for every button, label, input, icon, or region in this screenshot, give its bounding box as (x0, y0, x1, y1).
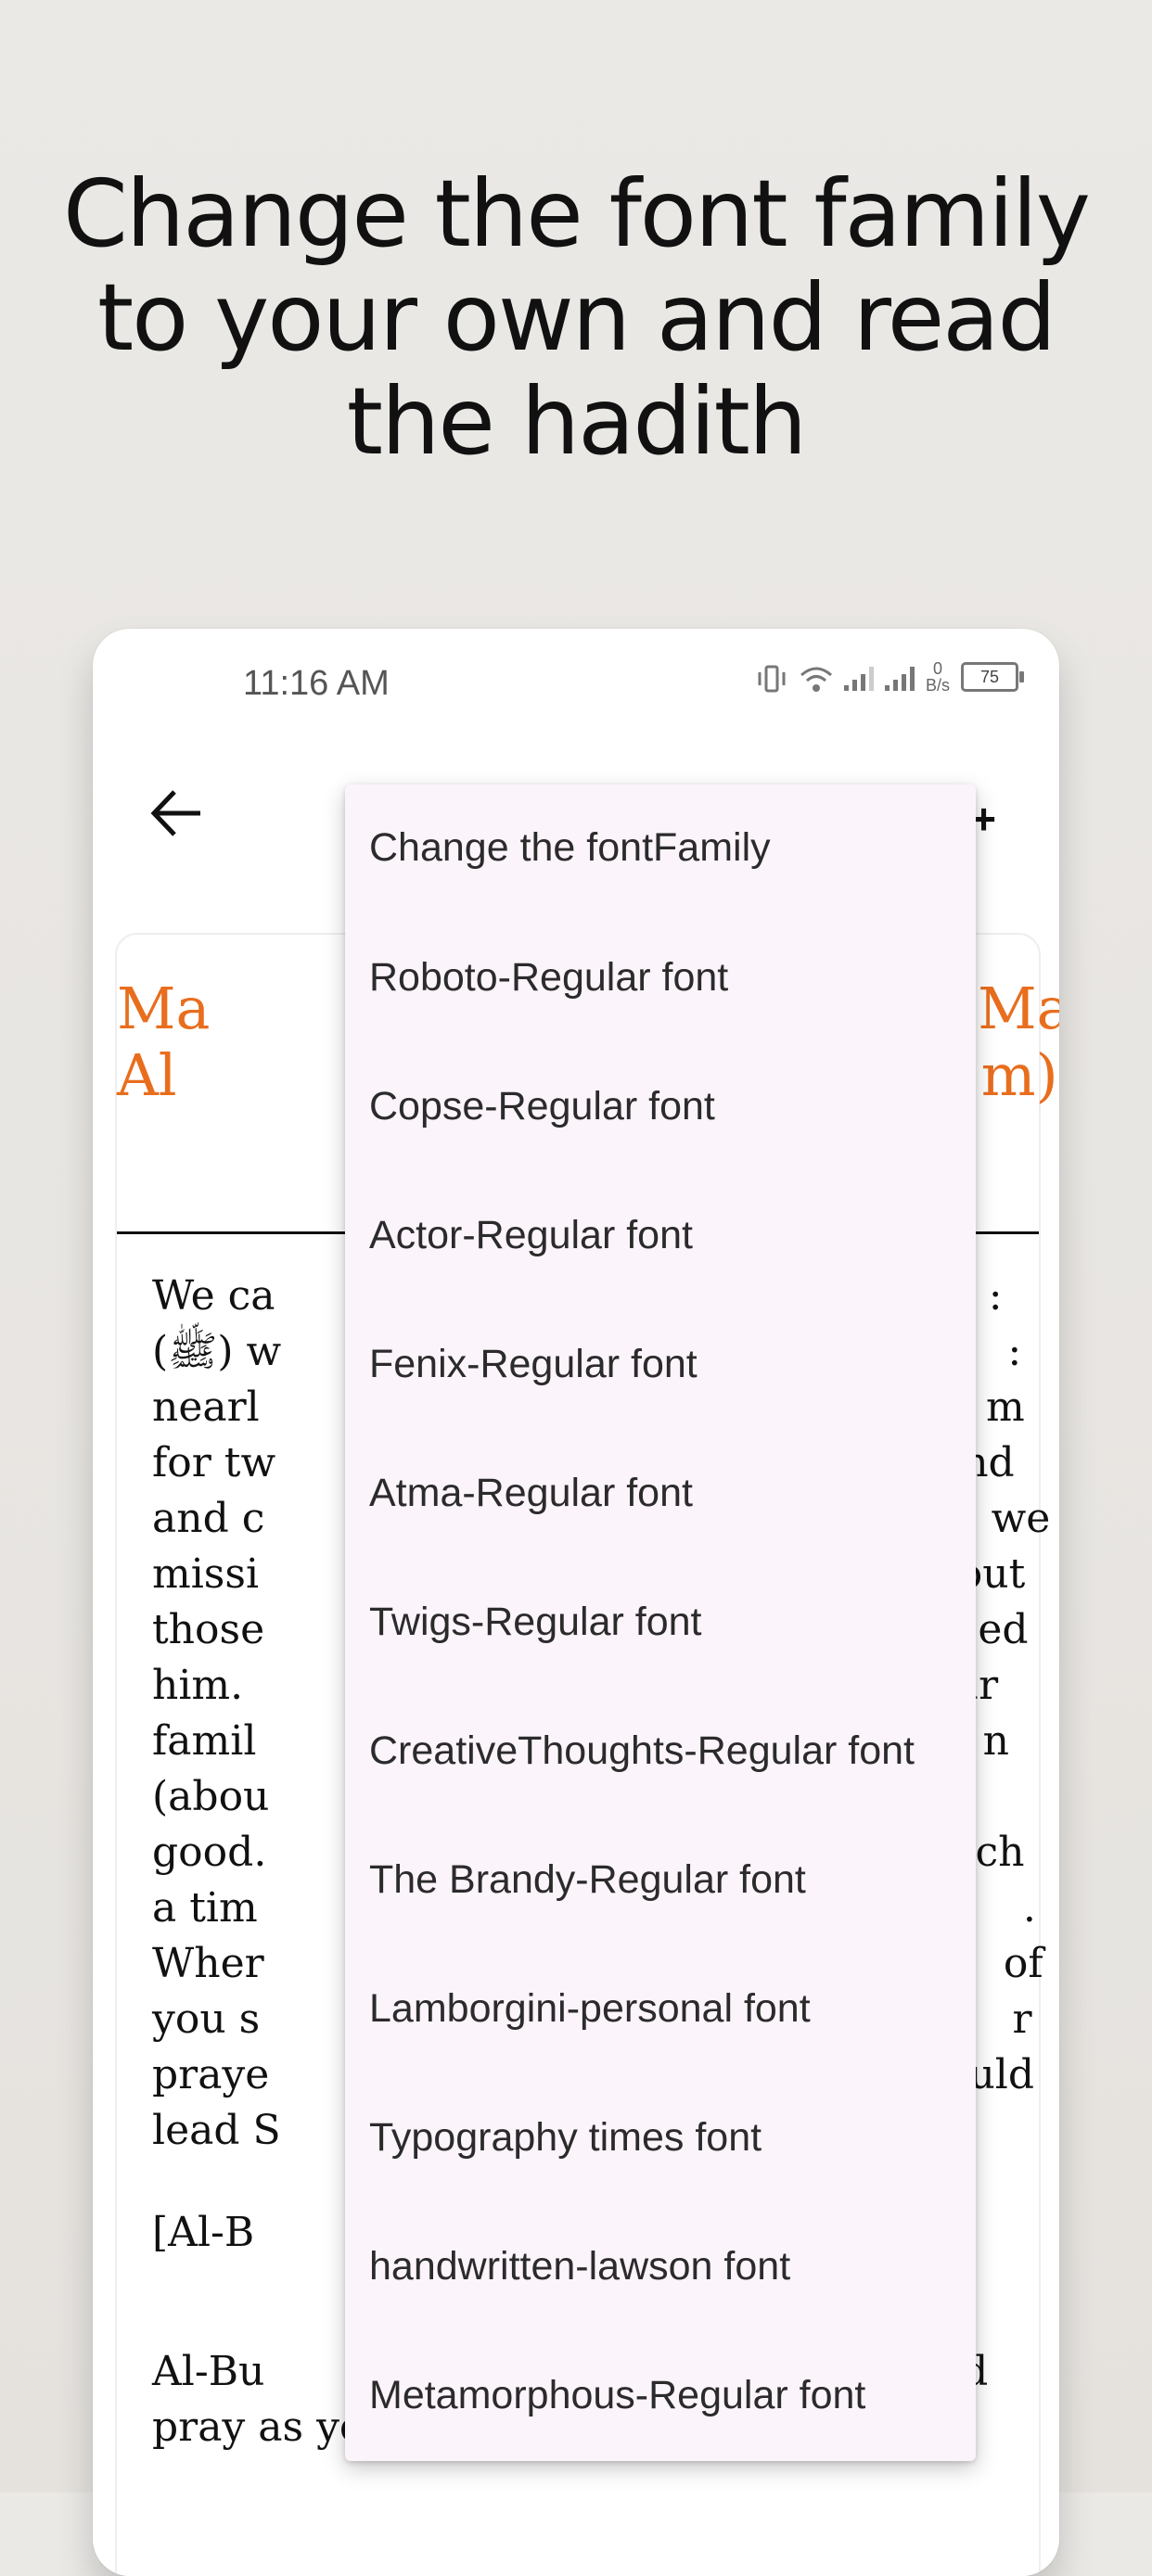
font-family-dropdown: Change the fontFamily Roboto-Regular fon… (345, 784, 976, 2461)
promo-headline: Change the font family to your own and r… (63, 159, 1091, 476)
speed-value: 0 (932, 659, 942, 678)
battery-icon: 75 (961, 662, 1024, 692)
font-option-the-brandy[interactable]: The Brandy-Regular font (345, 1816, 976, 1945)
battery-level: 75 (979, 667, 1000, 686)
font-option-metamorphous[interactable]: Metamorphous-Regular font (345, 2331, 976, 2460)
phone-screen: 11:16 AM 0 B/s 75 Ma Ma Al m) We ca: (ﷺ… (93, 629, 1059, 2576)
back-arrow-icon[interactable] (145, 781, 210, 846)
font-option-copse[interactable]: Copse-Regular font (345, 1042, 976, 1171)
font-option-actor[interactable]: Actor-Regular font (345, 1171, 976, 1300)
signal-icon-2 (884, 663, 915, 691)
dropdown-header[interactable]: Change the fontFamily (345, 784, 976, 913)
font-option-lamborgini[interactable]: Lamborgini-personal font (345, 1945, 976, 2073)
font-option-handwritten-lawson[interactable]: handwritten-lawson font (345, 2202, 976, 2331)
font-option-creativethoughts[interactable]: CreativeThoughts-Regular font (345, 1687, 976, 1816)
network-speed: 0 B/s (926, 660, 950, 694)
font-option-roboto[interactable]: Roboto-Regular font (345, 913, 976, 1042)
font-option-atma[interactable]: Atma-Regular font (345, 1429, 976, 1558)
status-bar: 11:16 AM 0 B/s 75 (93, 629, 1059, 740)
font-option-twigs[interactable]: Twigs-Regular font (345, 1558, 976, 1687)
wifi-icon (800, 660, 833, 694)
signal-icon-1 (843, 663, 874, 691)
speed-unit: B/s (925, 676, 950, 695)
status-time: 11:16 AM (243, 664, 390, 703)
status-icons: 0 B/s 75 (755, 660, 1024, 694)
font-option-fenix[interactable]: Fenix-Regular font (345, 1300, 976, 1429)
font-option-typography-times[interactable]: Typography times font (345, 2073, 976, 2202)
vibrate-icon (755, 660, 788, 694)
